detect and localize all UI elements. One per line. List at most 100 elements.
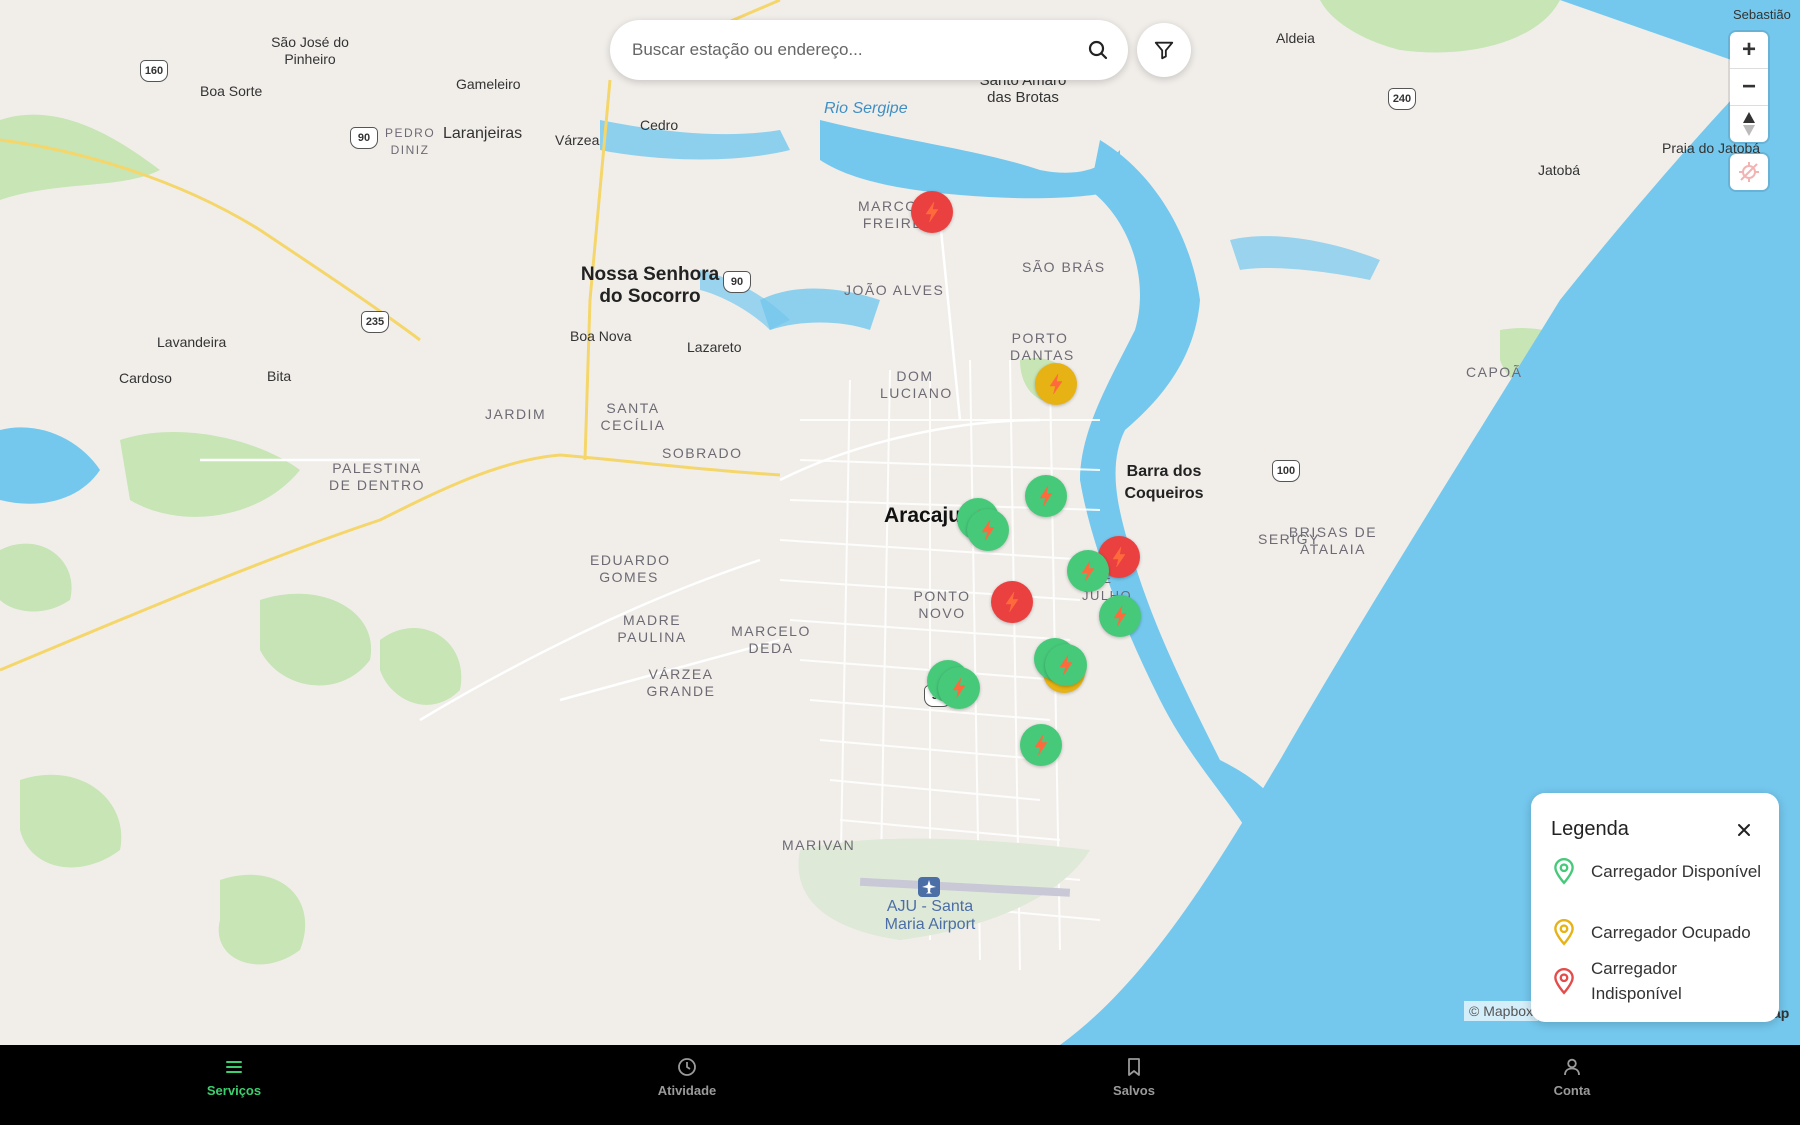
nav-item-atividade[interactable]: Atividade (617, 1057, 757, 1098)
bottom-navigation: Serviços Atividade Salvos Conta (0, 1045, 1800, 1125)
place-label: Várzea (555, 132, 600, 148)
road-shield: 235 (361, 311, 389, 333)
search-icon[interactable] (1086, 38, 1110, 62)
road-shield: 240 (1388, 88, 1416, 110)
place-label: CAPOÃ (1466, 364, 1523, 380)
nav-label: Salvos (1113, 1083, 1155, 1098)
geolocate-button[interactable] (1730, 154, 1768, 190)
menu-icon (226, 1061, 242, 1073)
lightning-icon (1081, 560, 1095, 582)
lightning-icon (1005, 591, 1019, 613)
airport-icon (918, 877, 940, 897)
place-label: Rio Sergipe (824, 100, 908, 117)
place-label: Sebastião (1733, 7, 1791, 22)
place-label: AJU - Santa Maria Airport (884, 898, 976, 933)
lightning-icon (981, 519, 995, 541)
place-label: PORTO DANTAS (1010, 330, 1075, 363)
lightning-icon (1059, 654, 1073, 676)
place-label: Lazareto (687, 339, 742, 355)
lightning-icon (925, 201, 939, 223)
compass-icon (1743, 112, 1755, 136)
map-pin-icon (1554, 967, 1574, 995)
road-shield: 90 (350, 127, 378, 149)
map-pin-icon (1554, 857, 1574, 885)
zoom-out-button[interactable]: − (1730, 69, 1768, 106)
lightning-icon (1113, 605, 1127, 627)
nav-item-salvos[interactable]: Salvos (1064, 1057, 1204, 1098)
place-label: PONTO NOVO (913, 588, 971, 621)
nav-label: Atividade (657, 1083, 717, 1098)
charger-marker-unavailable[interactable] (991, 581, 1033, 623)
geolocate-off-icon (1739, 162, 1759, 182)
place-label: PALESTINA DE DENTRO (329, 460, 425, 493)
place-label: Cardoso (119, 370, 172, 386)
legend-label: Carregador Disponível (1591, 861, 1762, 881)
place-label: Boa Nova (570, 328, 632, 344)
legend-item-unavailable: Carregador Indisponível (1551, 956, 1767, 1006)
zoom-in-button[interactable]: + (1730, 32, 1768, 69)
place-label: MARCELO DEDA (731, 623, 811, 656)
lightning-icon (1039, 485, 1053, 507)
place-label: MARIVAN (782, 837, 856, 853)
search-input[interactable] (630, 39, 1054, 61)
place-label: Boa Sorte (200, 83, 263, 99)
place-label: Bita (267, 368, 292, 384)
place-label: SÃO BRÁS (1022, 259, 1106, 275)
lightning-icon (952, 677, 966, 699)
place-label: MADRE PAULINA (617, 612, 687, 645)
zoom-controls: + − (1730, 32, 1768, 142)
legend-panel: Legenda Carregador Disponível Carregador… (1531, 793, 1779, 1022)
search-bar[interactable] (610, 20, 1128, 80)
place-label: JARDIM (485, 406, 547, 422)
place-label: Jatobá (1538, 162, 1581, 178)
close-icon (1738, 824, 1750, 836)
place-label: DOM LUCIANO (880, 368, 953, 401)
legend-close-button[interactable] (1731, 817, 1757, 843)
place-label: Gameleiro (456, 76, 521, 92)
place-label: Aracaju (884, 504, 962, 527)
charger-marker-available[interactable] (1025, 475, 1067, 517)
compass-button[interactable] (1730, 106, 1768, 142)
legend-title: Legenda (1551, 818, 1629, 840)
nav-label: Conta (1553, 1083, 1591, 1098)
place-label: SANTA CECÍLIA (600, 400, 666, 433)
charger-marker-available[interactable] (1020, 724, 1062, 766)
place-label: BRISAS DE ATALAIA (1288, 524, 1378, 557)
charger-marker-available[interactable] (967, 509, 1009, 551)
map-canvas[interactable]: São José do Pinheiro Boa Sorte Gameleiro… (0, 0, 1800, 1045)
place-label: Aldeia (1276, 30, 1315, 46)
place-label: PEDRO DINIZ (385, 126, 436, 157)
place-label: Lavandeira (157, 334, 227, 350)
lightning-icon (1112, 546, 1126, 568)
place-label: SOBRADO (662, 445, 743, 461)
road-shield: 100 (1272, 460, 1300, 482)
legend-item-occupied: Carregador Ocupado (1551, 918, 1767, 946)
map-pin-icon (1554, 918, 1574, 946)
legend-label: Carregador Indisponível (1591, 959, 1682, 1003)
filter-icon (1154, 41, 1174, 60)
charger-marker-unavailable[interactable] (911, 191, 953, 233)
place-label: Barra dos Coqueiros (1124, 463, 1204, 502)
road-shield: 90 (723, 271, 751, 293)
user-icon (1564, 1058, 1580, 1076)
charger-marker-available[interactable] (1067, 550, 1109, 592)
charger-marker-available[interactable] (938, 667, 980, 709)
place-label: Laranjeiras (443, 125, 523, 142)
place-label: EDUARDO GOMES (590, 552, 671, 585)
nav-item-conta[interactable]: Conta (1502, 1057, 1642, 1098)
legend-label: Carregador Ocupado (1591, 922, 1751, 942)
road-shield: 160 (140, 60, 168, 82)
charger-marker-available[interactable] (1099, 595, 1141, 637)
filter-button[interactable] (1137, 23, 1191, 77)
nav-label: Serviços (206, 1083, 262, 1098)
place-label: Cedro (640, 117, 679, 133)
lightning-icon (1049, 373, 1063, 395)
charger-marker-available[interactable] (1045, 644, 1087, 686)
charger-marker-occupied[interactable] (1035, 363, 1077, 405)
clock-icon (678, 1058, 696, 1076)
place-label: VÁRZEA GRANDE (646, 666, 716, 699)
legend-item-available: Carregador Disponível (1551, 857, 1767, 885)
nav-item-servicos[interactable]: Serviços (164, 1057, 304, 1098)
place-label: JOÃO ALVES (844, 282, 945, 298)
map-attribution[interactable]: © Mapbox (1464, 1001, 1539, 1021)
